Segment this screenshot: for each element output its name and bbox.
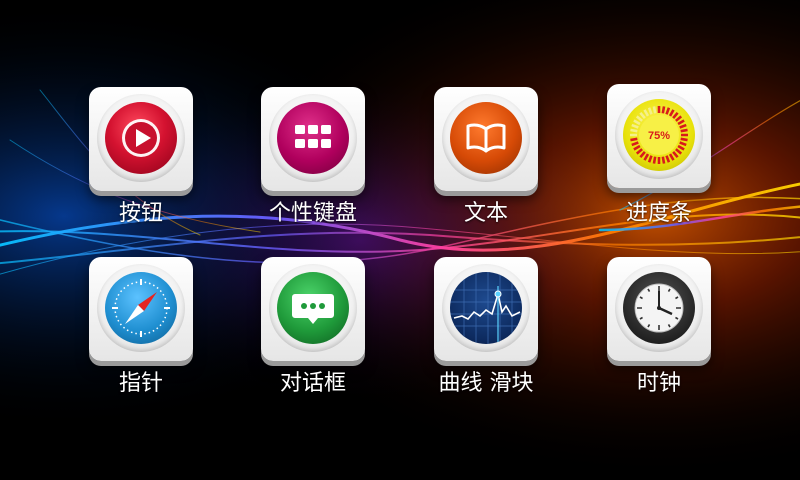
progress-gauge-segment [668,153,675,161]
progress-gauge-segment [672,151,679,159]
line-chart-icon [450,272,522,344]
progress-gauge-segment [631,141,639,147]
progress-gauge-icon: 75% [623,99,695,171]
progress-gauge-segment [675,148,683,155]
progress-gauge-segment [677,144,685,151]
progress-gauge-segment [633,144,641,151]
curve-slider-app-tile[interactable] [434,257,538,361]
progress-gauge-segment [635,148,643,155]
progress-gauge-segment [677,119,685,126]
progress-gauge-segment [635,115,643,122]
progress-gauge-segment [661,156,666,164]
progress-gauge-segment [630,128,638,133]
app-label-dialog: 对话框 [279,371,346,396]
play-button-icon [105,102,177,174]
progress-gauge-segment [668,109,675,117]
progress-percent-text: 75% [648,130,670,142]
progress-gauge-segment [643,153,650,161]
progress-gauge-segment [639,151,646,159]
pointer-app-tile[interactable] [89,257,193,361]
progress-gauge-segment [630,137,638,142]
progress-gauge-segment [639,111,646,119]
analog-clock-icon [623,272,695,344]
progress-gauge-segment [647,107,653,115]
keypad-grid-icon [277,102,349,174]
progress-gauge-segment [672,111,679,119]
open-book-icon [450,102,522,174]
clock-app-tile[interactable] [607,257,711,361]
app-label-progress: 进度条 [625,201,692,226]
progress-gauge-segment [652,106,657,114]
progress-gauge-segment [661,106,666,114]
progress-gauge-segment [675,115,683,122]
progress-gauge-segment [631,123,639,129]
progress-gauge-segment [680,137,688,142]
chat-bubble-icon [277,272,349,344]
progress-gauge-segment [643,109,650,117]
progress-gauge-segment [665,107,671,115]
progress-gauge-segment [652,156,657,164]
background-light-streaks [0,0,800,480]
progress-gauge-segment [633,119,641,126]
app-label-keyboard: 个性键盘 [268,201,357,226]
button-app-tile[interactable] [89,87,193,191]
compass-needle-icon [105,272,177,344]
text-app-tile[interactable] [434,87,538,191]
progress-gauge-segment [665,155,671,163]
app-label-button: 按钮 [118,201,163,226]
app-label-curve-slider: 曲线 滑块 [438,371,534,396]
progress-gauge-segment [647,155,653,163]
app-label-text: 文本 [463,201,508,226]
dialog-app-tile[interactable] [261,257,365,361]
progress-app-tile[interactable]: 75% [607,84,711,188]
app-label-clock: 时钟 [636,371,681,396]
app-label-pointer: 指针 [118,371,163,396]
keyboard-app-tile[interactable] [261,87,365,191]
progress-gauge-segment [680,128,688,133]
progress-gauge-segment [679,141,687,147]
progress-gauge-segment [679,123,687,129]
